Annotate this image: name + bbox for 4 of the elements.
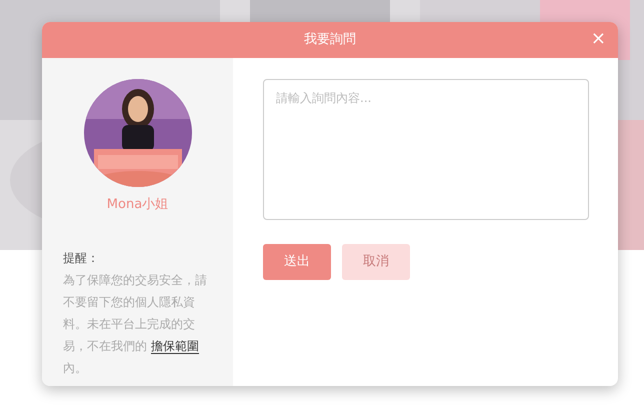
reminder-label: 提醒： [63,250,100,266]
submit-button[interactable]: 送出 [263,244,331,280]
guarantee-link[interactable]: 擔保範圍 [150,338,199,354]
reminder-text: 為了保障您的交易安全，請不要留下您的個人隱私資料。未在平台上完成的交易，不在我們的 擔保範圍 內。 [63,272,208,376]
